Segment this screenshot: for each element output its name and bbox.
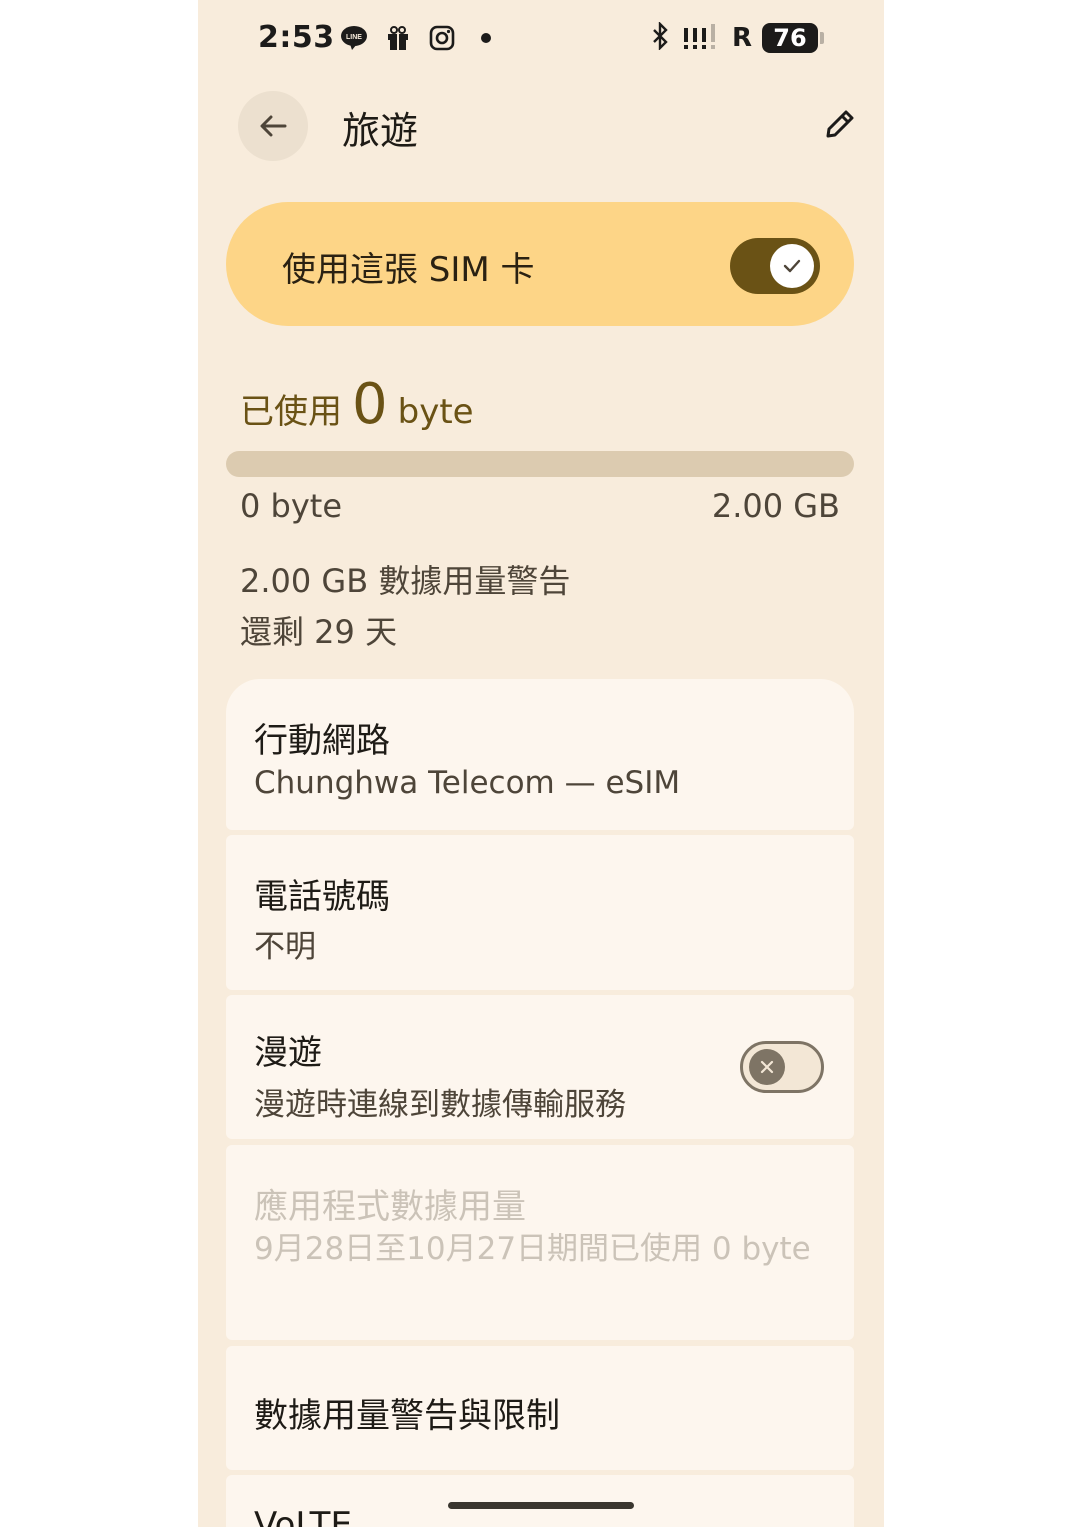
usage-unit: byte: [397, 392, 474, 432]
use-sim-switch[interactable]: [730, 238, 820, 294]
app-data-usage-item: 應用程式數據用量 9月28日至10月27日期間已使用 0 byte: [226, 1145, 854, 1340]
data-warning-limit-title: 數據用量警告與限制: [254, 1396, 560, 1436]
phone-number-item[interactable]: 電話號碼 不明: [226, 835, 854, 990]
roaming-switch[interactable]: [740, 1041, 824, 1093]
roaming-title: 漫遊: [254, 1033, 322, 1073]
gift-icon: [384, 24, 412, 52]
phone-number-value: 不明: [254, 929, 316, 965]
usage-amount: 0: [352, 372, 388, 437]
status-time: 2:53: [258, 20, 335, 55]
notification-icons: LINE: [340, 24, 500, 52]
roaming-item[interactable]: 漫遊 漫遊時連線到數據傳輸服務: [226, 995, 854, 1139]
use-sim-toggle-row[interactable]: 使用這張 SIM 卡: [226, 202, 854, 326]
more-notifications-dot-icon: [472, 24, 500, 52]
use-sim-label: 使用這張 SIM 卡: [282, 250, 535, 290]
usage-progress-bar: [226, 451, 854, 477]
volte-item[interactable]: VoLTE: [226, 1475, 854, 1527]
back-button[interactable]: [238, 91, 308, 161]
line-badge-text: LINE: [346, 34, 362, 41]
roaming-subtitle: 漫遊時連線到數據傳輸服務: [254, 1087, 626, 1123]
roaming-indicator: R: [731, 23, 752, 53]
mobile-network-subtitle: Chunghwa Telecom — eSIM: [254, 765, 681, 801]
mobile-network-title: 行動網路: [254, 721, 390, 761]
usage-prefix: 已使用: [240, 392, 342, 432]
instagram-icon: [428, 24, 456, 52]
bluetooth-icon: [650, 21, 672, 54]
app-data-usage-subtitle: 9月28日至10月27日期間已使用 0 byte: [254, 1231, 811, 1267]
line-app-icon: LINE: [340, 24, 368, 52]
days-left-text: 還剩 29 天: [240, 613, 398, 651]
volte-title: VoLTE: [254, 1505, 352, 1527]
battery-nub: [820, 32, 824, 44]
page-title: 旅遊: [342, 109, 419, 153]
battery-icon: 76: [762, 23, 818, 53]
app-data-usage-title: 應用程式數據用量: [254, 1187, 526, 1227]
check-icon: [783, 259, 801, 273]
usage-range-max: 2.00 GB: [711, 487, 840, 525]
phone-number-title: 電話號碼: [254, 877, 390, 917]
signal-strength-icon: [682, 22, 722, 54]
battery-level: 76: [773, 24, 807, 52]
data-usage-summary: 已使用 0 byte: [240, 372, 474, 437]
pencil-icon: [826, 110, 854, 138]
data-warning-limit-item[interactable]: 數據用量警告與限制: [226, 1346, 854, 1470]
system-status-icons: R 76: [650, 21, 824, 54]
switch-knob: [770, 244, 814, 288]
close-icon: [760, 1060, 774, 1074]
phone-screen: 2:53 LINE R 76 旅遊 使用這張 SIM 卡 已使用 0 byte …: [198, 0, 884, 1527]
switch-knob: [749, 1049, 785, 1085]
data-warning-text: 2.00 GB 數據用量警告: [240, 562, 571, 600]
usage-range-min: 0 byte: [240, 487, 343, 525]
mobile-network-item[interactable]: 行動網路 Chunghwa Telecom — eSIM: [226, 679, 854, 830]
edit-button[interactable]: [820, 104, 860, 144]
arrow-back-icon: [260, 115, 287, 137]
gesture-nav-handle[interactable]: [448, 1502, 634, 1509]
